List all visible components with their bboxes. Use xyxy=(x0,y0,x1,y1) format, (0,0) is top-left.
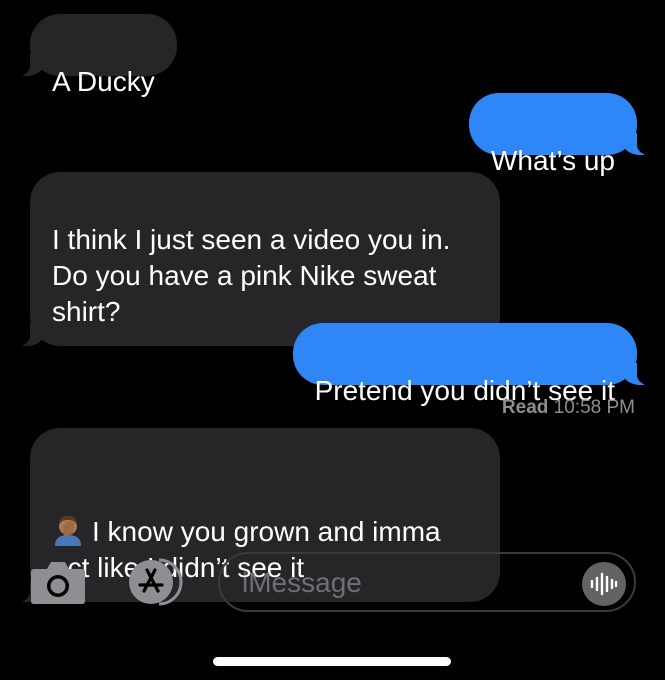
message-text: A Ducky xyxy=(52,66,155,97)
camera-button[interactable] xyxy=(30,559,86,605)
read-receipt: Read 10:58 PM xyxy=(502,397,635,419)
home-indicator[interactable] xyxy=(213,657,451,666)
outgoing-message[interactable]: Pretend you didn’t see it xyxy=(292,323,652,406)
read-status: Read xyxy=(501,397,549,418)
app-store-button[interactable] xyxy=(122,557,190,607)
app-store-icon xyxy=(129,558,183,606)
incoming-message[interactable]: A Ducky xyxy=(16,14,177,97)
face-palm-emoji-icon xyxy=(52,478,84,546)
incoming-message[interactable]: I think I just seen a video you in. Do y… xyxy=(16,172,500,346)
message-input-placeholder: iMessage xyxy=(242,567,362,598)
messages-screen: A Ducky What’s up I think I just seen a … xyxy=(0,0,665,680)
message-input[interactable]: iMessage xyxy=(218,552,636,612)
audio-message-button[interactable] xyxy=(582,562,626,606)
read-time: 10:58 PM xyxy=(553,397,635,418)
message-text: I think I just seen a video you in. Do y… xyxy=(52,224,451,327)
outgoing-message[interactable]: What’s up xyxy=(469,93,651,176)
audio-waveform-icon xyxy=(590,572,618,596)
camera-icon xyxy=(31,562,85,604)
message-text: What’s up xyxy=(491,145,615,176)
